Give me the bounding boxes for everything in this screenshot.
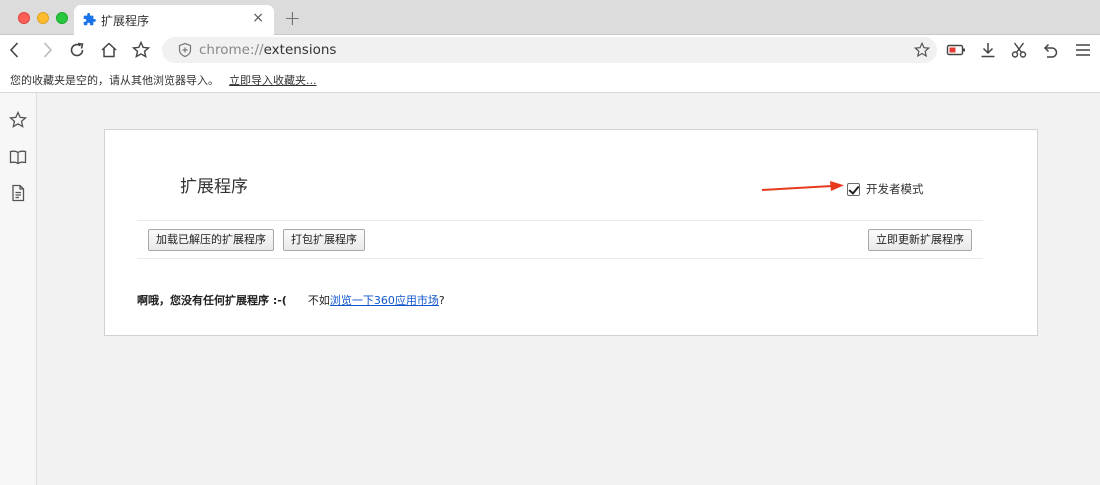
developer-mode-checkbox[interactable] [847,182,860,196]
address-bar[interactable]: chrome://extensions [162,37,937,63]
bookmarks-bar: 您的收藏夹是空的，请从其他浏览器导入。 立即导入收藏夹... [0,65,1100,93]
favorites-star-icon[interactable] [8,110,28,130]
import-bookmarks-link[interactable]: 立即导入收藏夹... [229,72,317,88]
home-icon[interactable] [99,40,119,60]
no-extensions-message: 啊哦，您没有任何扩展程序 :-( 不如浏览一下360应用市场? [137,292,445,308]
no-extensions-text: 啊哦，您没有任何扩展程序 :-( [137,294,287,307]
address-url: chrome://extensions [199,42,336,58]
puzzle-piece-icon [82,12,96,26]
book-icon[interactable] [8,147,28,167]
close-window-button[interactable] [18,12,30,24]
extensions-panel: 扩展程序 开发者模式 加载已解压的扩展程序 打包扩展程序 立即更新扩展程序 啊哦… [104,129,1038,336]
shield-icon [177,42,193,58]
battery-icon[interactable] [946,40,966,60]
developer-mode-label: 开发者模式 [866,182,924,196]
pack-extension-button[interactable]: 打包扩展程序 [283,229,365,251]
bookmark-star-icon[interactable] [131,40,151,60]
tab-extensions[interactable]: 扩展程序 × [74,5,274,35]
tab-strip: 扩展程序 × + [0,0,1100,35]
suggestion-prefix: 不如 [307,294,330,307]
toolbar: chrome://extensions [0,35,1100,65]
star-icon[interactable] [913,41,931,59]
menu-icon[interactable] [1073,40,1093,60]
sidebar [0,93,37,485]
new-tab-button[interactable]: + [284,6,301,30]
maximize-window-button[interactable] [56,12,68,24]
app-market-link[interactable]: 浏览一下360应用市场 [330,294,439,307]
minimize-window-button[interactable] [37,12,49,24]
forward-icon[interactable] [37,40,57,60]
suggestion-suffix: ? [438,294,445,307]
tab-title: 扩展程序 [101,14,150,28]
tab-close-icon[interactable]: × [252,10,264,26]
document-icon[interactable] [8,183,28,203]
action-bar: 加载已解压的扩展程序 打包扩展程序 立即更新扩展程序 [137,220,983,259]
scissors-icon[interactable] [1009,40,1029,60]
download-icon[interactable] [978,40,998,60]
bookmarks-empty-message: 您的收藏夹是空的，请从其他浏览器导入。 [10,74,219,87]
developer-mode-toggle[interactable]: 开发者模式 [847,181,924,197]
url-path: extensions [263,42,337,58]
update-extensions-button[interactable]: 立即更新扩展程序 [868,229,972,251]
red-arrow-annotation [761,181,844,191]
reload-icon[interactable] [67,40,87,60]
url-scheme: chrome:// [199,42,264,58]
page-title: 扩展程序 [180,177,248,197]
undo-icon[interactable] [1040,40,1060,60]
load-unpacked-button[interactable]: 加载已解压的扩展程序 [148,229,274,251]
back-icon[interactable] [5,40,25,60]
